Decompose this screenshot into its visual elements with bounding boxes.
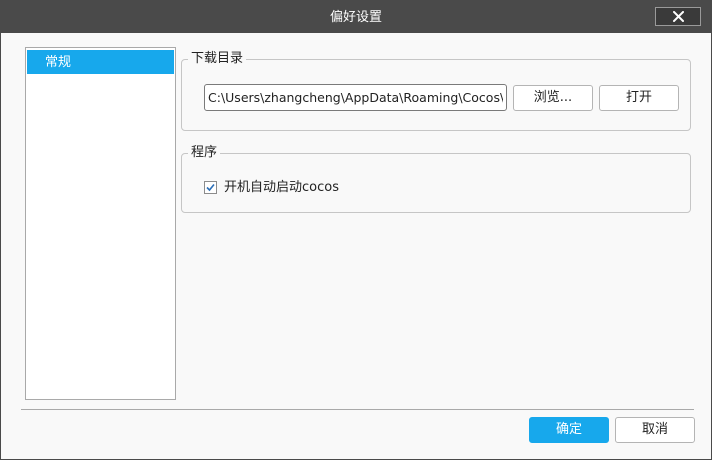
ok-button[interactable]: 确定 (529, 417, 609, 443)
program-group: 程序 开机自动启动cocos (181, 145, 691, 213)
checkmark-icon (206, 183, 215, 192)
program-legend: 程序 (188, 145, 221, 161)
browse-button[interactable]: 浏览... (513, 85, 593, 111)
window-title: 偏好设置 (329, 10, 382, 25)
open-folder-button[interactable]: 打开 (599, 85, 679, 111)
download-path-input[interactable] (204, 84, 507, 111)
autostart-checkbox[interactable] (204, 181, 217, 194)
close-icon (673, 11, 684, 22)
close-button[interactable] (655, 7, 701, 26)
cancel-button[interactable]: 取消 (615, 417, 695, 443)
download-directory-legend: 下载目录 (188, 51, 247, 67)
autostart-label: 开机自动启动cocos (224, 180, 339, 195)
footer-divider (21, 409, 694, 410)
category-sidebar: 常规 (25, 47, 176, 400)
title-bar[interactable]: 偏好设置 (1, 1, 711, 33)
download-directory-group: 下载目录 浏览... 打开 (181, 51, 691, 131)
sidebar-item-label: 常规 (45, 55, 72, 70)
sidebar-item-general[interactable]: 常规 (27, 50, 174, 74)
preferences-dialog: 偏好设置 常规 下载目录 浏览... 打开 程序 开机自动启动cocos 确定 (0, 0, 712, 460)
